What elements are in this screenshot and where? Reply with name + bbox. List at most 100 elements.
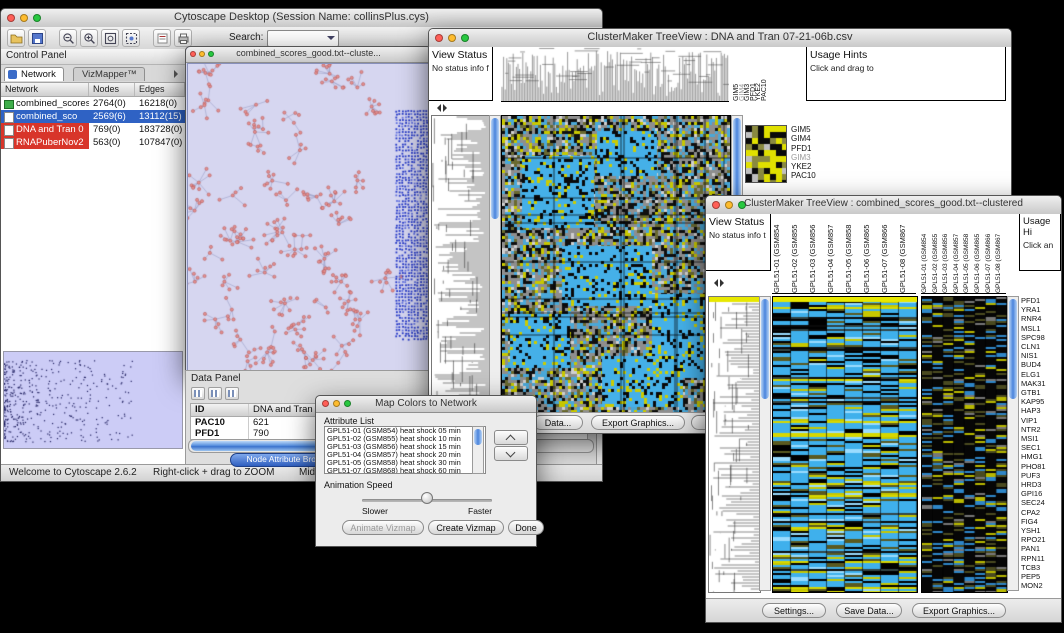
move-down-button[interactable] <box>494 446 528 461</box>
gene-label[interactable]: MAK31 <box>1021 379 1061 388</box>
secondary-heatmap-canvas[interactable] <box>921 296 1008 593</box>
nav-right-icon[interactable] <box>443 104 451 112</box>
gene-label[interactable]: HAP3 <box>1021 406 1061 415</box>
array-label[interactable]: GPL51-04 (GSM857 <box>953 214 964 293</box>
network-row[interactable]: combined_sco2569(6)13112(15) <box>1 110 185 123</box>
annotation-icon[interactable] <box>153 29 171 47</box>
settings-button[interactable]: Settings... <box>762 603 826 618</box>
gene-label[interactable]: GTB1 <box>1021 388 1061 397</box>
array-label[interactable]: GPL51-02 (GSM855 <box>790 214 808 293</box>
gene-label[interactable]: SEC24 <box>1021 498 1061 507</box>
gene-label[interactable]: BUD4 <box>1021 360 1061 369</box>
tree-nav-arrows[interactable] <box>431 103 451 113</box>
slider-handle[interactable] <box>421 492 433 504</box>
array-label[interactable]: GPL51-03 (GSM856 <box>942 214 953 293</box>
gene-label[interactable]: PFD1 <box>1021 296 1061 305</box>
search-input[interactable] <box>267 30 339 47</box>
gene-label[interactable]: NTR2 <box>1021 425 1061 434</box>
gene-label[interactable]: KAP95 <box>1021 397 1061 406</box>
nav-left-icon[interactable] <box>710 279 718 287</box>
network-graph-canvas[interactable] <box>187 63 430 371</box>
heatmap-canvas[interactable] <box>772 296 918 593</box>
gene-label[interactable]: YSH1 <box>1021 526 1061 535</box>
zoom-selected-icon[interactable] <box>122 29 140 47</box>
export-graphics-button[interactable]: Export Graphics... <box>912 603 1006 618</box>
gene-label[interactable]: GIM4 <box>791 134 831 143</box>
create-attribute-icon[interactable] <box>208 387 222 400</box>
gene-label[interactable]: NIS1 <box>1021 351 1061 360</box>
array-label[interactable]: GPL51-05 (GSM858 <box>844 214 862 293</box>
delete-attribute-icon[interactable] <box>225 387 239 400</box>
array-label[interactable]: GPL51-07 (GSM866 <box>985 214 996 293</box>
gene-label[interactable]: MSL1 <box>1021 324 1061 333</box>
gene-label[interactable]: HRD3 <box>1021 480 1061 489</box>
gene-label[interactable]: TCB3 <box>1021 563 1061 572</box>
array-label[interactable]: GPL51-07 (GSM866 <box>880 214 898 293</box>
col-nodes[interactable]: Nodes <box>89 83 135 96</box>
network-row[interactable]: combined_scores2764(0)16218(0) <box>1 97 185 110</box>
gene-label[interactable]: ELG1 <box>1021 370 1061 379</box>
col-network[interactable]: Network <box>1 83 89 96</box>
network-row[interactable]: RNAPuberNov2563(0)107847(0) <box>1 136 185 149</box>
save-data-button[interactable]: Data... <box>533 415 583 430</box>
cluster-mini-heatmap[interactable] <box>745 125 787 183</box>
zoom-in-icon[interactable] <box>80 29 98 47</box>
gene-label[interactable]: VIP1 <box>1021 416 1061 425</box>
network-view-titlebar[interactable]: combined_scores_good.txt--cluste... <box>186 47 431 63</box>
gene-label[interactable]: YKE2 <box>791 162 831 171</box>
save-data-button[interactable]: Save Data... <box>836 603 902 618</box>
array-label[interactable]: GPL51-01 (GSM854 <box>921 214 932 293</box>
zoom-out-icon[interactable] <box>59 29 77 47</box>
network-row[interactable]: DNA and Tran 0769(0)183728(0) <box>1 123 185 136</box>
tab-vizmapper[interactable]: VizMapper™ <box>73 67 145 81</box>
gene-label[interactable]: PEP5 <box>1021 572 1061 581</box>
done-button[interactable]: Done <box>508 520 544 535</box>
heatmap-scrollbar[interactable] <box>1007 296 1019 591</box>
export-graphics-button[interactable]: Export Graphics... <box>591 415 685 430</box>
array-label[interactable]: GPL51-04 (GSM857 <box>826 214 844 293</box>
array-label[interactable]: GPL51-06 (GSM865 <box>862 214 880 293</box>
array-label[interactable]: GPL51-01 (GSM854 <box>772 214 790 293</box>
network-overview-thumbnail[interactable] <box>3 351 183 449</box>
gene-label[interactable]: CLN1 <box>1021 342 1061 351</box>
gene-label[interactable]: PAN1 <box>1021 544 1061 553</box>
gene-label[interactable]: RPN11 <box>1021 554 1061 563</box>
open-folder-icon[interactable] <box>7 29 25 47</box>
heatmap-canvas[interactable] <box>501 115 731 415</box>
array-label[interactable]: GPL51-06 (GSM865 <box>974 214 985 293</box>
array-label[interactable]: GPL51-05 (GSM858 <box>963 214 974 293</box>
gene-label[interactable]: GIM5 <box>791 125 831 134</box>
dendrogram-scrollbar[interactable] <box>759 296 771 591</box>
tree-nav-arrows[interactable] <box>708 278 728 288</box>
array-label[interactable]: GPL51-08 (GSM867 <box>995 214 1006 293</box>
gene-label[interactable]: GIM3 <box>744 47 750 101</box>
zoom-fit-icon[interactable] <box>101 29 119 47</box>
gene-label[interactable]: MSI1 <box>1021 434 1061 443</box>
col-id[interactable]: ID <box>191 404 249 416</box>
gene-label[interactable]: HMG1 <box>1021 452 1061 461</box>
column-dendrogram-canvas[interactable] <box>501 47 729 102</box>
treeview-combined-titlebar[interactable]: ClusterMaker TreeView : combined_scores_… <box>706 196 1061 215</box>
tab-network[interactable]: Network <box>4 67 64 81</box>
row-dendrogram-canvas[interactable] <box>431 115 491 415</box>
gene-label[interactable]: SEC1 <box>1021 443 1061 452</box>
gene-label[interactable]: PFD1 <box>791 144 831 153</box>
gene-label[interactable]: SPC98 <box>1021 333 1061 342</box>
attribute-list-item[interactable]: GPL51-07 (GSM868) heat shock 60 min <box>327 467 485 474</box>
gene-label[interactable]: PAC10 <box>761 47 767 101</box>
main-titlebar[interactable]: Cytoscape Desktop (Session Name: collins… <box>1 9 602 28</box>
printer-icon[interactable] <box>174 29 192 47</box>
treeview-dna-titlebar[interactable]: ClusterMaker TreeView : DNA and Tran 07-… <box>429 29 1011 48</box>
move-up-button[interactable] <box>494 430 528 445</box>
row-dendrogram-canvas[interactable] <box>708 296 761 593</box>
select-attributes-icon[interactable] <box>191 387 205 400</box>
array-label[interactable]: GPL51-02 (GSM855 <box>932 214 943 293</box>
gene-label[interactable]: MON2 <box>1021 581 1061 590</box>
array-label[interactable]: GPL51-08 (GSM867 <box>898 214 916 293</box>
gene-label[interactable]: PUF3 <box>1021 471 1061 480</box>
gene-label[interactable]: GPI16 <box>1021 489 1061 498</box>
tab-overflow-icon[interactable] <box>174 70 182 78</box>
col-edges[interactable]: Edges <box>135 83 185 96</box>
nav-left-icon[interactable] <box>433 104 441 112</box>
save-icon[interactable] <box>28 29 46 47</box>
